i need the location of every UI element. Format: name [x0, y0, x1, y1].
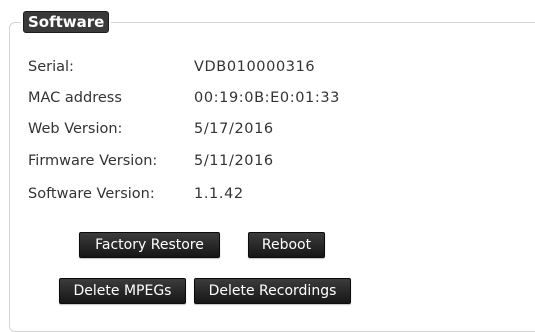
mac-address-value: 00:19:0B:E0:01:33: [194, 90, 340, 106]
serial-value: VDB010000316: [194, 59, 316, 75]
software-version-label: Software Version:: [28, 186, 155, 202]
mac-address-label: MAC address: [28, 90, 122, 106]
section-legend: Software: [21, 10, 112, 34]
section-title: Software: [23, 11, 110, 33]
software-version-value: 1.1.42: [194, 186, 244, 202]
reboot-button[interactable]: Reboot: [248, 232, 325, 258]
firmware-version-value: 5/11/2016: [194, 153, 274, 169]
web-version-label: Web Version:: [28, 121, 123, 137]
factory-restore-button[interactable]: Factory Restore: [79, 232, 220, 258]
firmware-version-label: Firmware Version:: [28, 153, 158, 169]
serial-label: Serial:: [28, 59, 74, 75]
delete-mpegs-button[interactable]: Delete MPEGs: [59, 278, 186, 304]
web-version-value: 5/17/2016: [194, 121, 274, 137]
delete-recordings-button[interactable]: Delete Recordings: [194, 278, 351, 304]
